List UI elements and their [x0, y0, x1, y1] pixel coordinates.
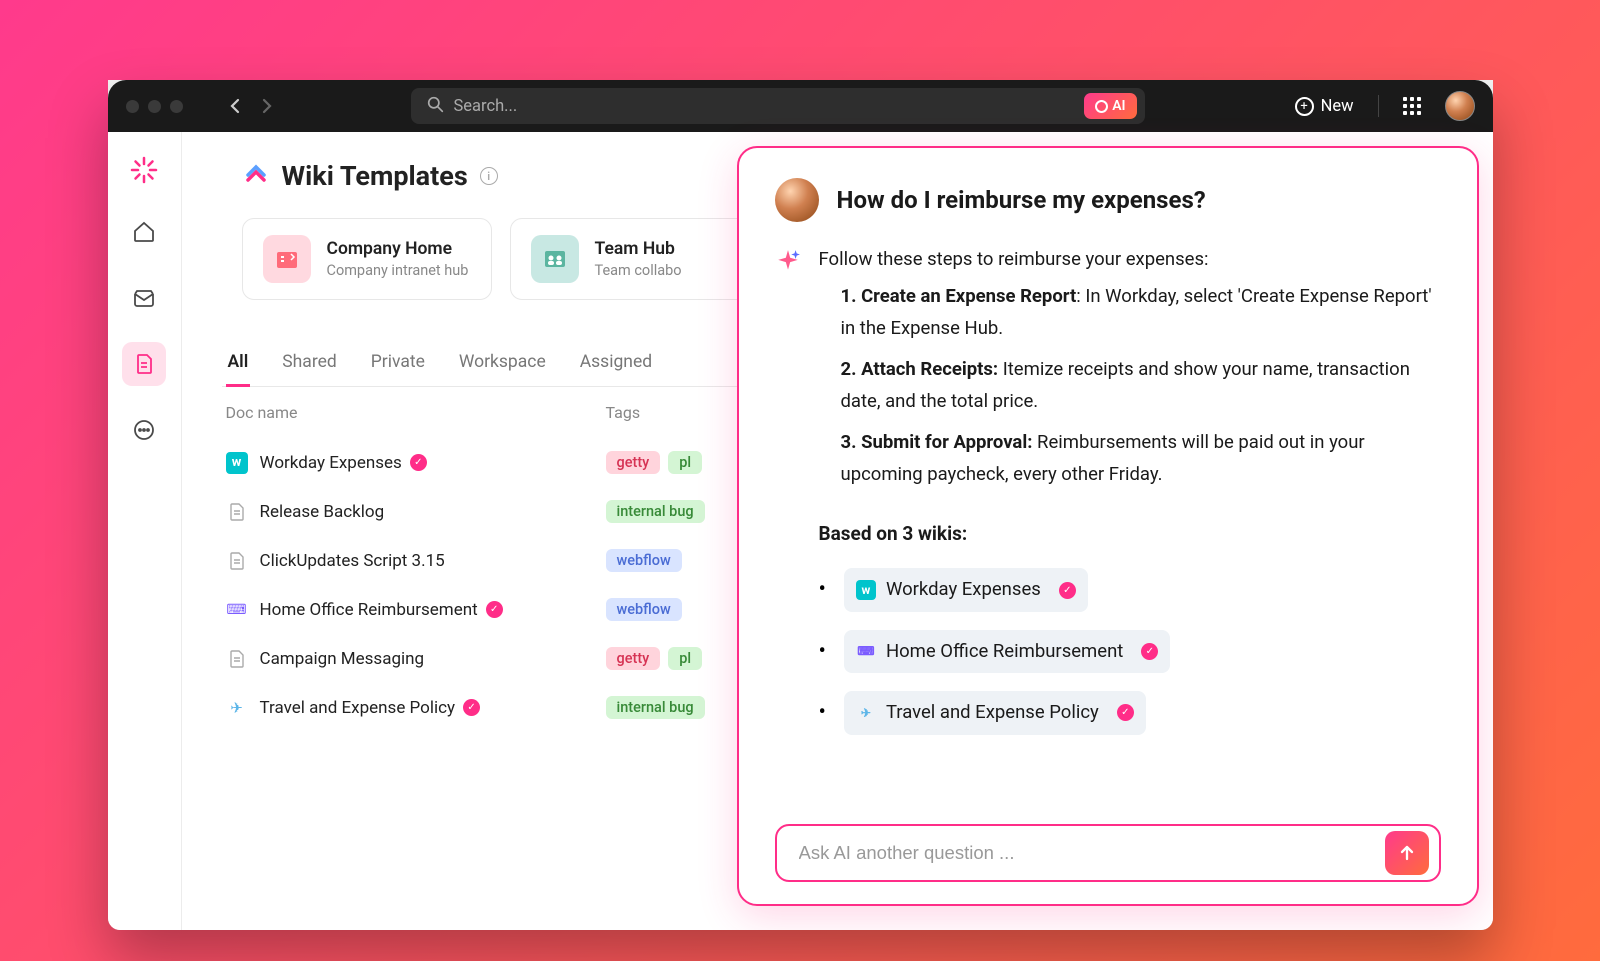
keyboard-icon: ⌨	[856, 642, 876, 662]
wiki-source: w Workday Expenses ✓	[819, 568, 1441, 611]
tab-assigned[interactable]: Assigned	[578, 342, 654, 386]
column-docname[interactable]: Doc name	[226, 403, 606, 422]
sidebar	[108, 132, 182, 930]
nav-back[interactable]	[221, 92, 249, 120]
tag[interactable]: internal bug	[606, 500, 705, 523]
clickup-icon	[242, 162, 270, 190]
wiki-source: ✈ Travel and Expense Policy ✓	[819, 691, 1441, 734]
user-avatar-small	[775, 178, 819, 222]
template-subtitle: Team collabo	[595, 262, 682, 279]
tag[interactable]: getty	[606, 451, 661, 474]
template-icon	[263, 235, 311, 283]
doc-name: Workday Expenses	[260, 453, 402, 473]
ai-chip-label: AI	[1112, 98, 1125, 114]
doc-name: Home Office Reimbursement	[260, 600, 478, 620]
tag[interactable]: webflow	[606, 598, 682, 621]
wiki-chip[interactable]: ⌨ Home Office Reimbursement ✓	[844, 630, 1170, 673]
info-icon[interactable]: i	[480, 167, 498, 185]
plane-icon: ✈	[226, 697, 248, 719]
template-icon	[531, 235, 579, 283]
tab-shared[interactable]: Shared	[280, 342, 338, 386]
wiki-name: Workday Expenses	[886, 574, 1041, 605]
window-controls	[126, 100, 183, 113]
wiki-chip[interactable]: w Workday Expenses ✓	[844, 568, 1088, 611]
search-placeholder: Search...	[454, 97, 1075, 116]
wiki-source: ⌨ Home Office Reimbursement ✓	[819, 630, 1441, 673]
ai-step: 2. Attach Receipts: Itemize receipts and…	[841, 354, 1441, 417]
verified-badge: ✓	[486, 601, 503, 618]
verified-badge: ✓	[410, 454, 427, 471]
search-bar[interactable]: Search... AI	[411, 88, 1145, 124]
page-title: Wiki Templates	[282, 160, 468, 192]
tag[interactable]: getty	[606, 647, 661, 670]
doc-icon	[226, 501, 248, 523]
wiki-name: Home Office Reimbursement	[886, 636, 1123, 667]
ai-question: How do I reimburse my expenses?	[837, 186, 1206, 214]
plane-icon: ✈	[856, 703, 876, 723]
tag[interactable]: pl	[668, 451, 702, 474]
tag[interactable]: webflow	[606, 549, 682, 572]
template-card[interactable]: Team Hub Team collabo	[510, 218, 760, 300]
tab-workspace[interactable]: Workspace	[457, 342, 548, 386]
ai-dot-icon	[1095, 100, 1108, 113]
workday-icon: w	[226, 452, 248, 474]
sparkle-icon	[775, 248, 801, 274]
ai-intro: Follow these steps to reimburse your exp…	[819, 244, 1441, 275]
template-card[interactable]: Company Home Company intranet hub	[242, 218, 492, 300]
user-avatar[interactable]	[1445, 91, 1475, 121]
tag[interactable]: internal bug	[606, 696, 705, 719]
doc-icon	[226, 550, 248, 572]
wiki-based-title: Based on 3 wikis:	[819, 518, 1441, 550]
doc-icon	[226, 648, 248, 670]
verified-badge: ✓	[1059, 582, 1076, 599]
template-title: Company Home	[327, 239, 469, 259]
new-button[interactable]: + New	[1295, 97, 1354, 116]
ai-send-button[interactable]	[1385, 831, 1429, 875]
verified-badge: ✓	[463, 699, 480, 716]
app-window: Search... AI + New	[108, 80, 1493, 930]
nav-forward[interactable]	[253, 92, 281, 120]
sidebar-more[interactable]	[122, 408, 166, 452]
ai-chip[interactable]: AI	[1084, 93, 1136, 119]
tab-all[interactable]: All	[226, 342, 251, 386]
ai-input[interactable]	[799, 842, 1385, 864]
keyboard-icon: ⌨	[226, 599, 248, 621]
sidebar-inbox[interactable]	[122, 276, 166, 320]
ai-step: 1. Create an Expense Report: In Workday,…	[841, 281, 1441, 344]
tab-private[interactable]: Private	[369, 342, 427, 386]
maximize-dot[interactable]	[170, 100, 183, 113]
doc-name: ClickUpdates Script 3.15	[260, 551, 445, 571]
template-title: Team Hub	[595, 239, 682, 259]
sidebar-docs[interactable]	[122, 342, 166, 386]
titlebar: Search... AI + New	[108, 80, 1493, 132]
template-subtitle: Company intranet hub	[327, 262, 469, 279]
wiki-name: Travel and Expense Policy	[886, 697, 1099, 728]
sidebar-home[interactable]	[122, 210, 166, 254]
ai-step: 3. Submit for Approval: Reimbursements w…	[841, 427, 1441, 490]
apps-grid-icon[interactable]	[1403, 97, 1421, 115]
search-icon	[427, 96, 444, 117]
wiki-chip[interactable]: ✈ Travel and Expense Policy ✓	[844, 691, 1146, 734]
tag[interactable]: pl	[668, 647, 702, 670]
doc-name: Release Backlog	[260, 502, 385, 522]
ai-input-wrap	[775, 824, 1441, 882]
divider	[1378, 95, 1379, 117]
doc-name: Travel and Expense Policy	[260, 698, 456, 718]
new-label: New	[1321, 97, 1354, 116]
minimize-dot[interactable]	[148, 100, 161, 113]
plus-circle-icon: +	[1295, 97, 1314, 116]
app-logo[interactable]	[126, 152, 162, 188]
doc-name: Campaign Messaging	[260, 649, 425, 669]
ai-panel: How do I reimburse my expenses? Follow t…	[737, 146, 1479, 906]
close-dot[interactable]	[126, 100, 139, 113]
workday-icon: w	[856, 580, 876, 600]
verified-badge: ✓	[1117, 704, 1134, 721]
verified-badge: ✓	[1141, 643, 1158, 660]
